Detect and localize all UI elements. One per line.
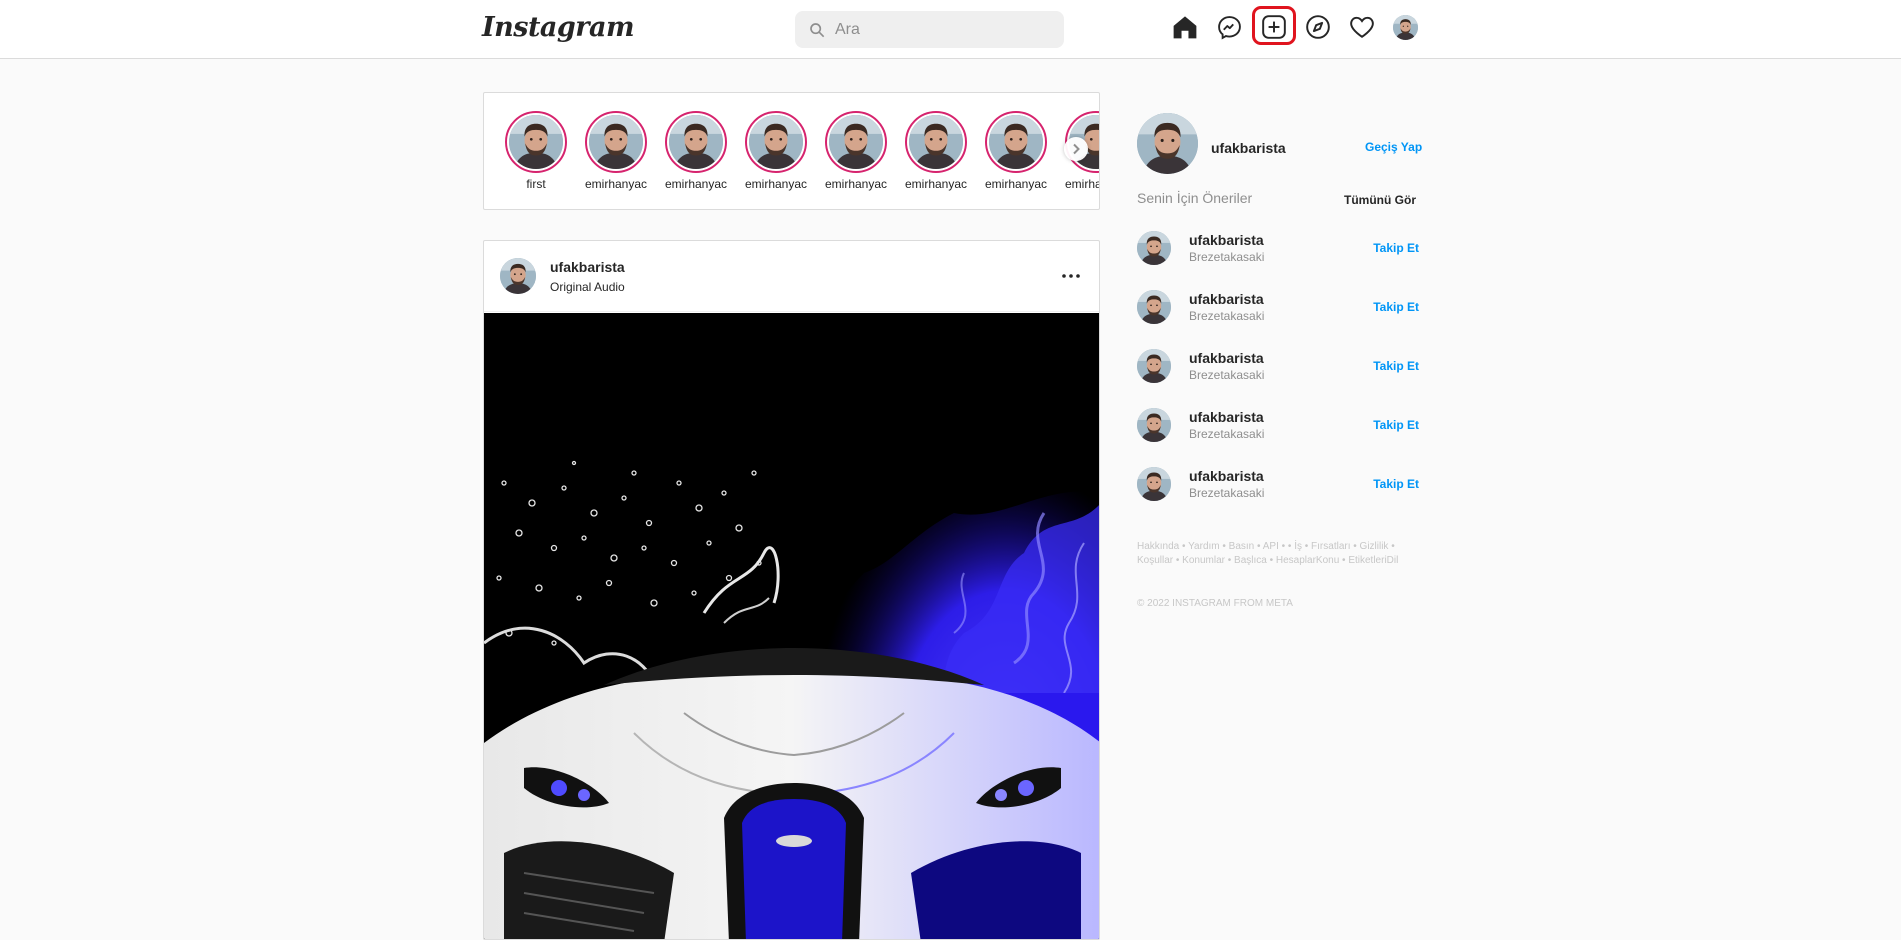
suggestion-username[interactable]: ufakbarista [1189,291,1264,307]
stories-next-button[interactable] [1064,137,1088,161]
story-username: emirhanyac [664,177,728,191]
suggestion-subtitle: Brezetakasaki [1189,250,1265,264]
story-ring [905,111,967,173]
follow-button[interactable]: Takip Et [1373,359,1419,373]
new-post-icon[interactable] [1260,13,1288,41]
follow-button[interactable]: Takip Et [1373,241,1419,255]
suggestion-item: ufakbarista Brezetakasaki Takip Et [1137,347,1419,387]
chevron-right-icon [1073,143,1080,155]
post-header: ufakbarista Original Audio [484,241,1099,312]
suggestion-avatar[interactable] [1137,290,1171,324]
follow-button[interactable]: Takip Et [1373,477,1419,491]
story-item[interactable]: emirhanyac [743,111,809,191]
post-author-username[interactable]: ufakbarista [550,259,625,275]
stories-tray: first emirhanyac emirhanyac emirhanyac e… [483,92,1100,210]
story-avatar [829,115,883,169]
story-ring [505,111,567,173]
suggestion-item: ufakbarista Brezetakasaki Takip Et [1137,288,1419,328]
story-avatar [669,115,723,169]
story-username: emirhanyac [1064,177,1099,191]
suggestion-avatar[interactable] [1137,408,1171,442]
suggestion-username[interactable]: ufakbarista [1189,468,1264,484]
suggestion-subtitle: Brezetakasaki [1189,368,1265,382]
messenger-icon[interactable] [1215,13,1243,41]
post-image[interactable] [484,313,1099,939]
suggestion-subtitle: Brezetakasaki [1189,486,1265,500]
copyright: © 2022 INSTAGRAM FROM META [1137,598,1293,609]
search-input[interactable] [835,20,1035,39]
profile-avatar[interactable] [1393,15,1418,40]
search-bar[interactable] [795,11,1064,48]
suggestion-item: ufakbarista Brezetakasaki Takip Et [1137,229,1419,269]
explore-icon[interactable] [1304,13,1332,41]
story-item[interactable]: emirhanyac [983,111,1049,191]
suggestion-subtitle: Brezetakasaki [1189,427,1265,441]
suggestion-avatar[interactable] [1137,231,1171,265]
story-username: emirhanyac [744,177,808,191]
story-ring [745,111,807,173]
story-avatar [989,115,1043,169]
story-avatar [749,115,803,169]
story-username: emirhanyac [824,177,888,191]
activity-heart-icon[interactable] [1348,13,1376,41]
suggestion-subtitle: Brezetakasaki [1189,309,1265,323]
suggestion-avatar[interactable] [1137,349,1171,383]
post-audio-label[interactable]: Original Audio [550,280,625,294]
follow-button[interactable]: Takip Et [1373,300,1419,314]
post-author-avatar[interactable] [500,258,536,294]
see-all-link[interactable]: Tümünü Gör [1344,193,1416,207]
switch-account-link[interactable]: Geçiş Yap [1365,140,1422,154]
home-icon[interactable] [1171,13,1199,41]
story-ring [825,111,887,173]
search-icon [810,22,825,37]
suggestions-title: Senin İçin Öneriler [1137,190,1253,206]
story-ring [585,111,647,173]
current-user-username[interactable]: ufakbarista [1211,140,1286,156]
instagram-logo[interactable]: Instagram [482,12,635,43]
story-avatar [909,115,963,169]
story-item[interactable]: first [503,111,569,191]
story-avatar [589,115,643,169]
story-ring [665,111,727,173]
story-username: emirhanyac [984,177,1048,191]
suggestion-avatar[interactable] [1137,467,1171,501]
story-username: emirhanyac [584,177,648,191]
suggestion-username[interactable]: ufakbarista [1189,232,1264,248]
current-user-avatar[interactable] [1137,113,1198,174]
suggestion-username[interactable]: ufakbarista [1189,409,1264,425]
story-item[interactable]: emirhanyac [583,111,649,191]
story-username: first [526,177,546,191]
suggestion-item: ufakbarista Brezetakasaki Takip Et [1137,406,1419,446]
story-item[interactable]: emirhanyac [903,111,969,191]
suggestion-item: ufakbarista Brezetakasaki Takip Et [1137,465,1419,505]
follow-button[interactable]: Takip Et [1373,418,1419,432]
footer-links[interactable]: Hakkında • Yardım • Basın • API • • İş •… [1137,540,1419,568]
top-nav: Instagram [0,0,1901,59]
story-username: emirhanyac [904,177,968,191]
story-ring [985,111,1047,173]
suggestion-username[interactable]: ufakbarista [1189,350,1264,366]
story-item[interactable]: emirhanyac [823,111,889,191]
more-options-icon[interactable] [1059,266,1083,286]
story-item[interactable]: emirhanyac [663,111,729,191]
avatar [1137,113,1198,174]
story-avatar [509,115,563,169]
feed-post: ufakbarista Original Audio [483,240,1100,940]
